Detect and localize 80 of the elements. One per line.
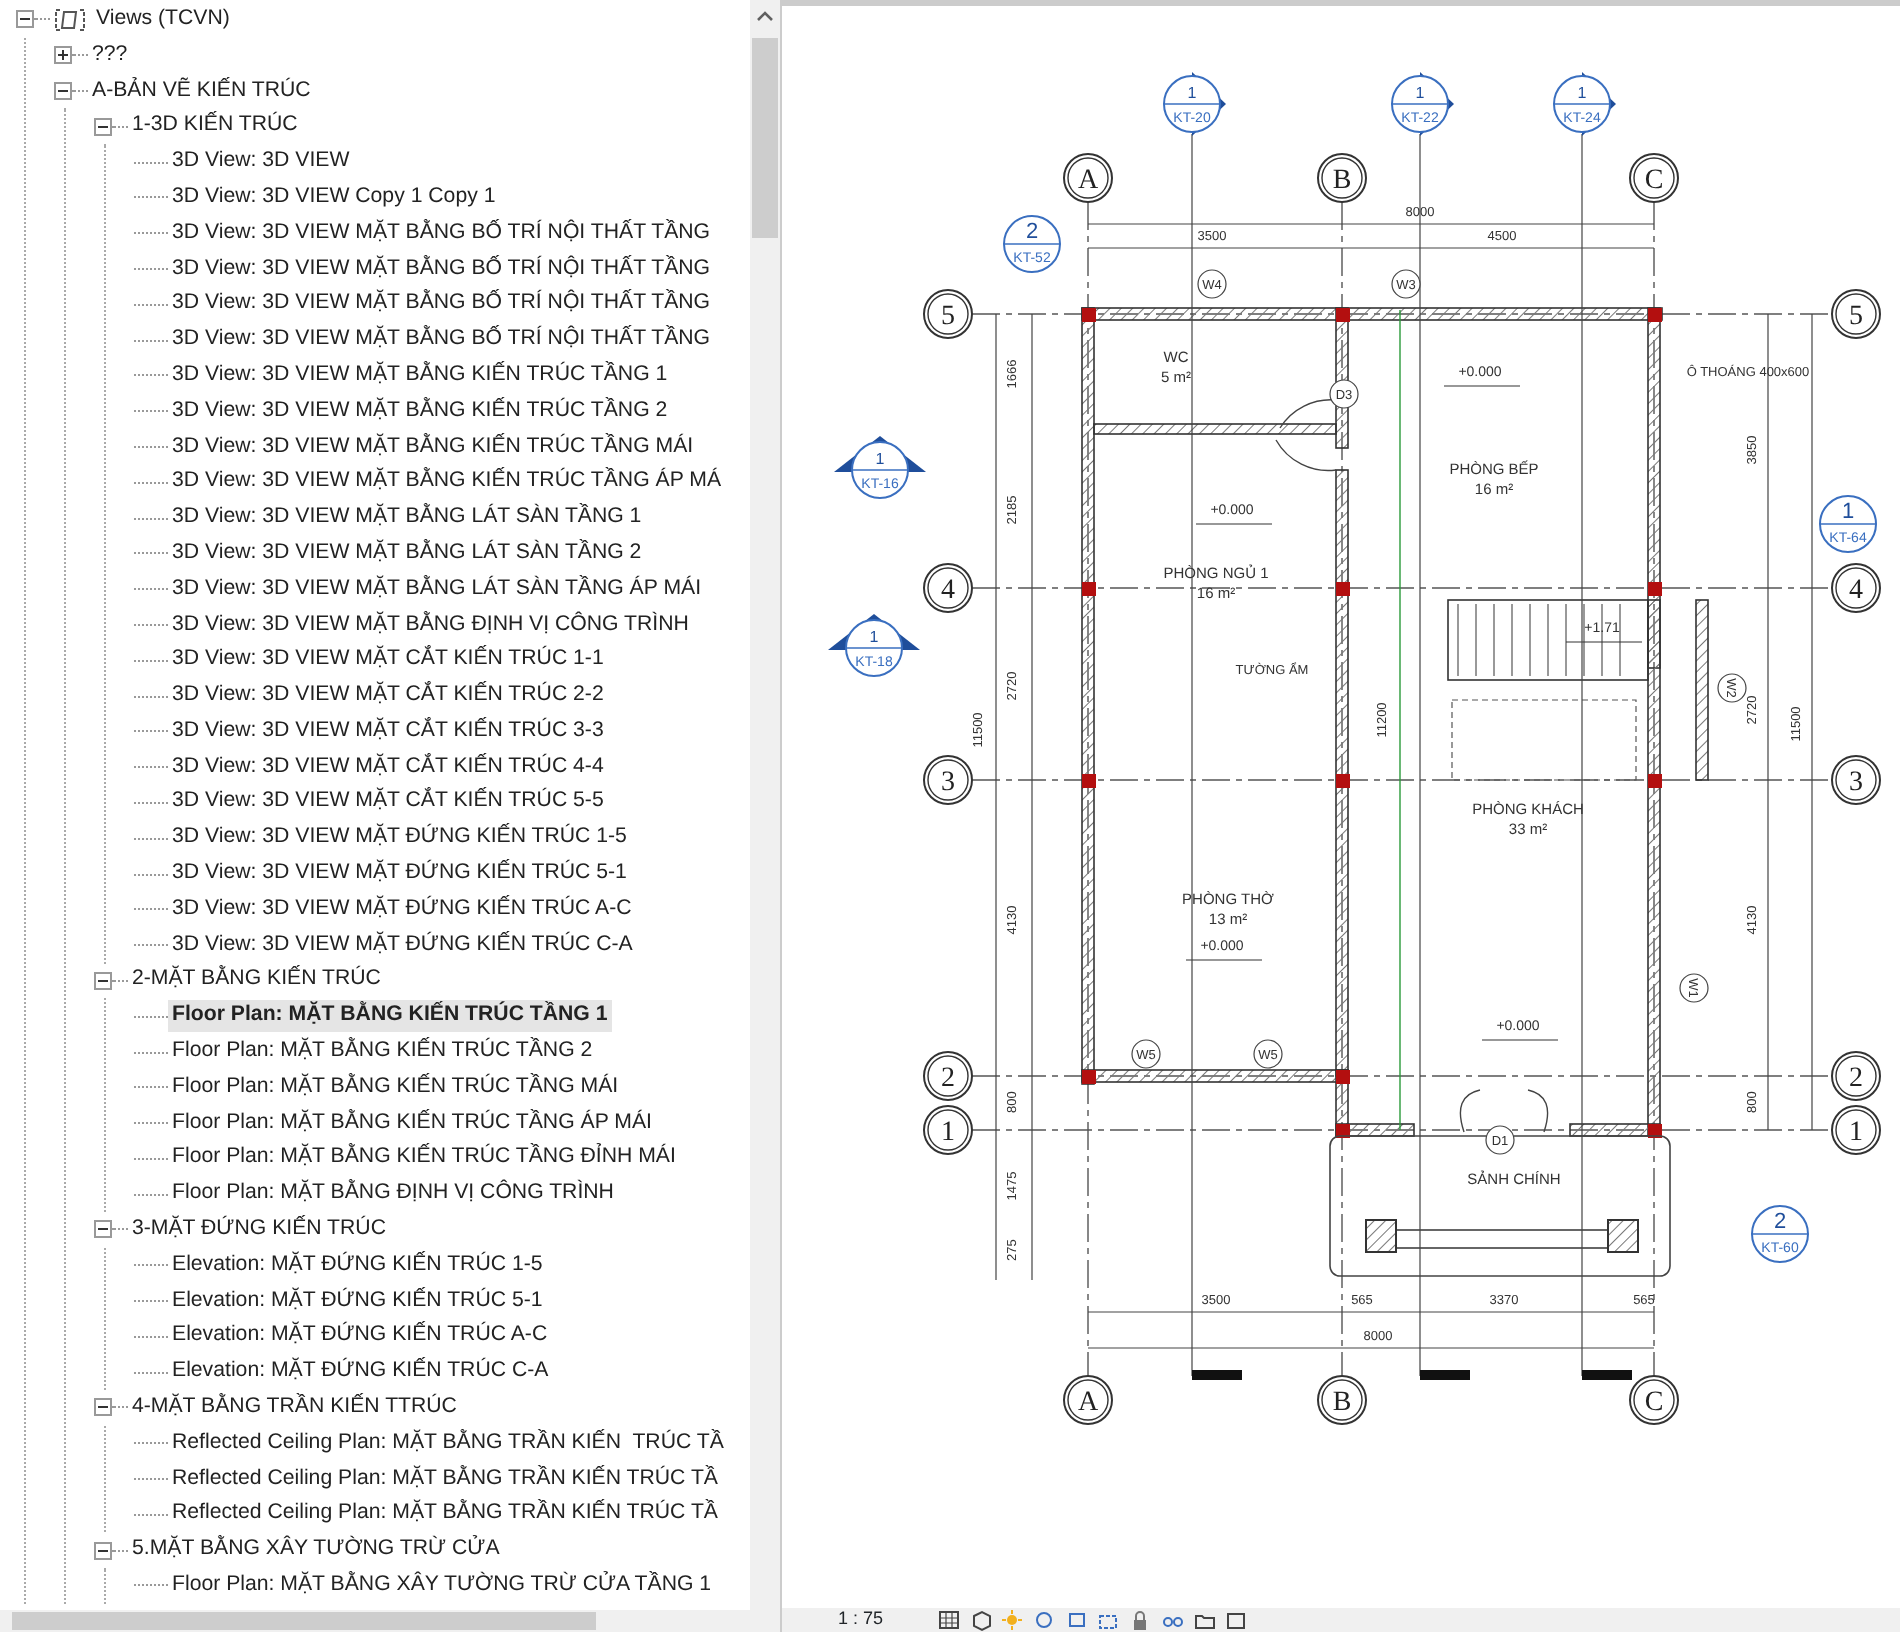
collapse-toggle[interactable] (94, 117, 112, 136)
folder-icon[interactable] (1193, 1609, 1216, 1631)
tree-item[interactable]: Elevation: MẶT ĐỨNG KIẾN TRÚC A-C (168, 1320, 552, 1353)
tree-item[interactable]: 3D View: 3D VIEW MẶT ĐỨNG KIẾN TRÚC 5-1 (168, 858, 631, 890)
tree-item[interactable]: 3D View: 3D VIEW MẶT ĐỨNG KIẾN TRÚC 1-5 (168, 822, 631, 855)
tree-item[interactable]: Floor Plan: MẶT BẰNG KIẾN TRÚC TẦNG 1 (168, 1000, 612, 1033)
tree-item[interactable]: Floor Plan: MẶT BẰNG ĐỊNH VỊ CÔNG TRÌNH (168, 1178, 618, 1211)
tree-folder[interactable]: 5.MẶT BẰNG XÂY TƯỜNG TRỪ CỬA (128, 1534, 504, 1567)
grid-bubble: 4 (1831, 563, 1881, 613)
grid-bubble: 1 (1831, 1105, 1881, 1155)
collapse-toggle[interactable] (94, 971, 112, 990)
vertical-scrollbar[interactable] (750, 0, 780, 1610)
tree-item[interactable]: Floor Plan: MẶT BẰNG KIẾN TRÚC TẦNG MÁI (168, 1071, 623, 1104)
tree-item[interactable]: 3D View: 3D VIEW MẶT BẰNG LÁT SÀN TẦNG 1 (168, 502, 646, 534)
tree-item[interactable]: 3D View: 3D VIEW MẶT CẮT KIẾN TRÚC 5-5 (168, 786, 608, 819)
tree-folder[interactable]: Views (TCVN) (92, 3, 234, 36)
tree-item[interactable]: Elevation: MẶT ĐỨNG KIẾN TRÚC 5-1 (168, 1285, 547, 1318)
tree-item[interactable]: Reflected Ceiling Plan: MẶT BẰNG TRẦN KIẾN TRÚC TẦ (168, 1427, 728, 1460)
tree-item[interactable]: 3D View: 3D VIEW Copy 1 Copy 1 (168, 181, 500, 214)
grid-bubble: C (1629, 153, 1679, 203)
tree-item[interactable]: 3D View: 3D VIEW MẶT CẮT KIẾN TRÚC 4-4 (168, 751, 608, 784)
tree-item[interactable]: Reflected Ceiling Plan: MẶT BẰNG TRẦN KIẾN TRÚC TẦ (168, 1498, 722, 1531)
grid-bubble: 5 (923, 289, 973, 339)
tree-folder[interactable]: ??? (88, 39, 132, 72)
expand-toggle[interactable] (54, 46, 72, 65)
tree-folder[interactable]: A-BẢN VẼ KIẾN TRÚC (88, 75, 315, 107)
tree-folder[interactable]: 3-MẶT ĐỨNG KIẾN TRÚC (128, 1214, 390, 1246)
collapse-toggle[interactable] (94, 1541, 112, 1560)
grid-bubble: 2 (1831, 1051, 1881, 1101)
tree-item[interactable]: Floor Plan: MẶT BẰNG KIẾN TRÚC TẦNG ÁP MÁI (168, 1107, 656, 1140)
tree-item[interactable]: 3D View: 3D VIEW MẶT ĐỨNG KIẾN TRÚC A-C (168, 893, 636, 926)
tree-item[interactable]: Reflected Ceiling Plan: MẶT BẰNG TRẦN KIẾN TRÚC TẦ (168, 1463, 722, 1496)
tree-item[interactable]: Floor Plan: MẶT BẰNG KIẾN TRÚC TẦNG 2 (168, 1036, 597, 1068)
collapse-toggle[interactable] (94, 1220, 112, 1239)
tree-item[interactable]: Floor Plan: MẶT BẰNG KIẾN TRÚC TẦNG ĐỈNH MÁI (168, 1142, 680, 1175)
horizontal-scrollbar[interactable] (0, 1610, 780, 1632)
grid-bubble: 1 (923, 1105, 973, 1155)
grid-bubble: 5 (1831, 289, 1881, 339)
tree-folder[interactable]: 2-MẶT BẰNG KIẾN TRÚC (128, 964, 385, 997)
lock-icon[interactable] (1129, 1609, 1152, 1631)
tree-item[interactable]: 3D View: 3D VIEW MẶT BẰNG LÁT SÀN TẦNG ÁP MÁI (168, 573, 706, 606)
tree-item[interactable]: 3D View: 3D VIEW (168, 146, 354, 179)
tree-item[interactable]: 3D View: 3D VIEW MẶT CẮT KIẾN TRÚC 2-2 (168, 680, 608, 712)
collapse-toggle[interactable] (94, 1398, 112, 1417)
detail-grid-icon[interactable] (937, 1609, 960, 1631)
tree-item[interactable]: Elevation: MẶT ĐỨNG KIẾN TRÚC C-A (168, 1356, 553, 1389)
views-icon (54, 5, 86, 34)
tree-item[interactable]: 3D View: 3D VIEW MẶT BẰNG BỐ TRÍ NỘI THẤT TẦNG (168, 217, 715, 250)
tree-folder[interactable]: 1-3D KIẾN TRÚC (128, 110, 302, 143)
tree-item[interactable]: 3D View: 3D VIEW MẶT BẰNG KIẾN TRÚC TẦNG 2 (168, 395, 672, 428)
collapse-toggle[interactable] (16, 10, 34, 29)
collapse-toggle[interactable] (54, 81, 72, 100)
tree-item[interactable]: 3D View: 3D VIEW MẶT BẰNG KIẾN TRÚC TẦNG 1 (168, 359, 672, 392)
tree-item[interactable]: 3D View: 3D VIEW MẶT BẰNG ĐỊNH VỊ CÔNG TRÌNH (168, 609, 693, 641)
scrollbar-thumb[interactable] (752, 38, 778, 238)
tree-item[interactable]: 3D View: 3D VIEW MẶT BẰNG BỐ TRÍ NỘI THẤT TẦNG (168, 324, 715, 357)
tree-item[interactable]: 3D View: 3D VIEW MẶT ĐỨNG KIẾN TRÚC C-A (168, 929, 637, 962)
tree-item[interactable]: 3D View: 3D VIEW MẶT BẰNG KIẾN TRÚC TẦNG MÁI (168, 431, 698, 463)
grid-bubble: 2 (923, 1051, 973, 1101)
grid-bubble: 4 (923, 563, 973, 613)
grid-bubble: C (1629, 1375, 1679, 1425)
tree-item[interactable]: 3D View: 3D VIEW MẶT BẰNG BỐ TRÍ NỘI THẤT TẦNG (168, 288, 715, 321)
grid-bubble: 3 (923, 755, 973, 805)
grid-bubble: B (1317, 153, 1367, 203)
grid-bubble: 3 (1831, 755, 1881, 805)
tree-item[interactable]: Elevation: MẶT ĐỨNG KIẾN TRÚC 1-5 (168, 1249, 547, 1282)
tree-item[interactable]: 3D View: 3D VIEW MẶT BẰNG LÁT SÀN TẦNG 2 (168, 537, 646, 570)
grid-bubble: A (1063, 153, 1113, 203)
tree-item[interactable]: 3D View: 3D VIEW MẶT CẮT KIẾN TRÚC 1-1 (168, 644, 608, 677)
scrollbar-thumb[interactable] (12, 1612, 596, 1630)
tree-item[interactable]: 3D View: 3D VIEW MẶT CẮT KIẾN TRÚC 3-3 (168, 715, 608, 748)
crop-region-icon[interactable] (1097, 1609, 1120, 1631)
grid-bubble: B (1317, 1375, 1367, 1425)
tree-item[interactable]: 3D View: 3D VIEW MẶT BẰNG KIẾN TRÚC TẦNG ÁP MÁ (168, 466, 726, 499)
tree-item[interactable]: 3D View: 3D VIEW MẶT BẰNG BỐ TRÍ NỘI THẤT TẦNG (168, 253, 715, 285)
tree-item[interactable]: Floor Plan: MẶT BẰNG XÂY TƯỜNG TRỪ CỬA TẦNG 1 (168, 1570, 716, 1602)
grid-bubble: A (1063, 1375, 1113, 1425)
tree-folder[interactable]: 4-MẶT BẰNG TRẦN KIẾN TTRÚC (128, 1392, 461, 1424)
box-icon[interactable] (1225, 1609, 1248, 1631)
view-scale[interactable]: 1 : 75 (838, 1606, 884, 1632)
